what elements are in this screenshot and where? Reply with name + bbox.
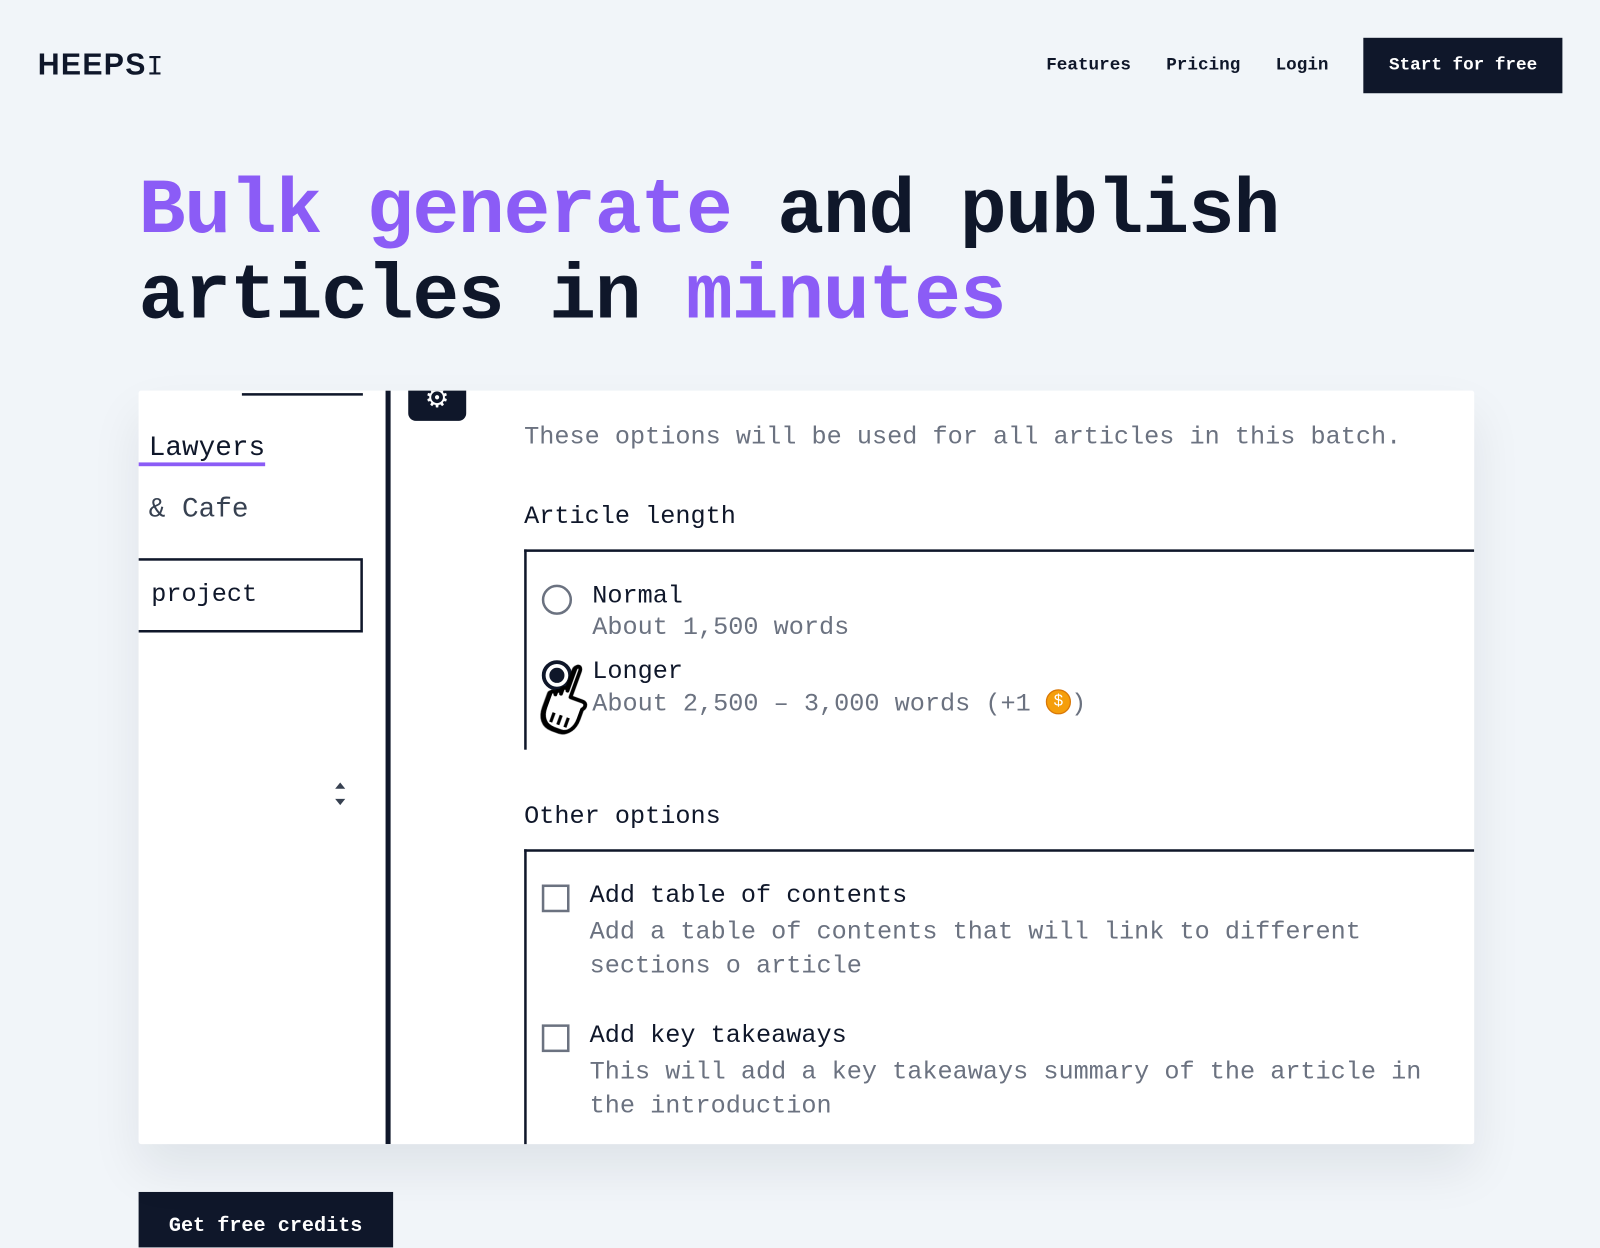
nav-pricing[interactable]: Pricing (1166, 55, 1240, 75)
left-panel: ts Add more nily Lawyers kery & Cafe new… (139, 391, 391, 1144)
radio-sub-suffix: ) (1071, 691, 1086, 720)
radio-title: Normal (592, 583, 849, 612)
add-more-link[interactable]: Add more (242, 391, 363, 397)
hero-headline: Bulk generate and publish articles in mi… (139, 169, 1563, 341)
headline-accent-1: Bulk generate (139, 166, 732, 255)
check-takeaways[interactable]: Add key takeaways This will add a key ta… (542, 1010, 1474, 1145)
radio-sub-prefix: About 2,500 – 3,000 words (+1 (592, 691, 1046, 720)
options-description: These options will be used for all artic… (524, 424, 1474, 453)
logo-cursor-icon: I (147, 52, 165, 84)
nav-login[interactable]: Login (1276, 55, 1329, 75)
sidebar-item-cafe[interactable]: kery & Cafe (139, 479, 391, 541)
article-length-label: Article length (524, 503, 1474, 532)
checkbox-icon (542, 885, 570, 913)
check-title: Add table of contents (590, 882, 1475, 911)
radio-normal[interactable]: Normal About 1,500 words (542, 575, 1474, 651)
app-screenshot: ts Add more nily Lawyers kery & Cafe new… (139, 391, 1475, 1144)
check-title: Add key takeaways (590, 1022, 1475, 1051)
article-length-group: Normal About 1,500 words Longer About 2,… (524, 550, 1474, 750)
gear-icon[interactable]: ⚙ (408, 391, 466, 421)
right-panel: ⚙ These options will be used for all art… (391, 391, 1475, 1144)
sidebar-item-lawyers[interactable]: nily Lawyers (139, 418, 391, 480)
headline-start-2: articles in (139, 252, 686, 341)
nav-features[interactable]: Features (1046, 55, 1131, 75)
radio-longer[interactable]: Longer About 2,500 – 3,000 words (+1 ) (542, 651, 1474, 728)
check-toc[interactable]: Add table of contents Add a table of con… (542, 870, 1474, 1010)
radio-icon (542, 661, 572, 691)
check-sub: This will add a key takeaways summary of… (590, 1056, 1475, 1124)
other-options-group: Add table of contents Add a table of con… (524, 850, 1474, 1145)
sort-icon[interactable] (330, 782, 350, 815)
radio-icon (542, 585, 572, 615)
radio-title: Longer (592, 658, 1086, 687)
radio-sub: About 1,500 words (592, 614, 849, 643)
left-panel-header: ts Add more (139, 391, 391, 417)
check-sub: Add a table of contents that will link t… (590, 916, 1475, 984)
start-free-button[interactable]: Start for free (1364, 38, 1563, 93)
radio-sub: About 2,500 – 3,000 words (+1 ) (592, 690, 1086, 720)
coin-icon (1046, 690, 1071, 715)
logo[interactable]: HEEPSI (38, 48, 165, 83)
headline-rest-1: and publish (732, 166, 1279, 255)
new-project-button[interactable]: new project (139, 559, 363, 633)
nav-right: Features Pricing Login Start for free (1046, 38, 1562, 93)
logo-text: HEEPS (38, 48, 147, 82)
top-nav: HEEPSI Features Pricing Login Start for … (38, 38, 1563, 93)
get-credits-button[interactable]: Get free credits (139, 1192, 393, 1247)
checkbox-icon (542, 1025, 570, 1053)
other-options-label: Other options (524, 803, 1474, 832)
headline-accent-2: minutes (686, 252, 1005, 341)
